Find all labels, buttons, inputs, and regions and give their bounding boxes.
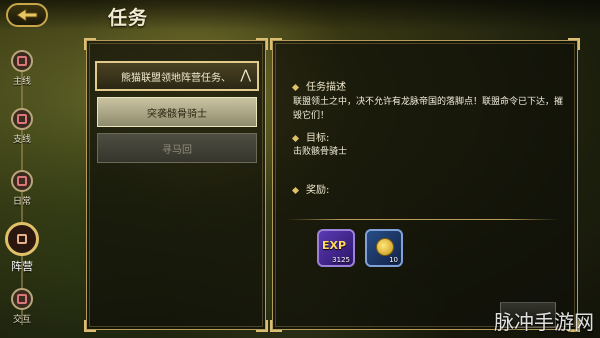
- nav-label: 主线: [12, 77, 31, 87]
- reward-count: 10: [389, 256, 398, 264]
- divider: [287, 219, 559, 220]
- nav-label: 支线: [12, 135, 31, 145]
- quest-list-panel: 熊猫联盟领地阵营任务、 ⋀ 突袭骸骨骑士 寻马回: [84, 38, 268, 332]
- goal-text: 击败骸骨骑士: [293, 147, 348, 157]
- nav-item-side[interactable]: 支线: [4, 108, 40, 145]
- quest-group-header[interactable]: 熊猫联盟领地阵营任务、 ⋀: [95, 61, 259, 91]
- daily-quest-icon: [11, 170, 33, 192]
- quest-category-nav: 主线 支线 日常 阵营 交互: [0, 40, 44, 338]
- description-text: 联盟领土之中，决不允许有龙脉帝国的落脚点！联盟命令已下达，摧毁它们！: [293, 97, 564, 121]
- description-header: 任务描述: [291, 78, 346, 93]
- quest-item-disabled[interactable]: 寻马回: [97, 133, 257, 163]
- reward-count: 3125: [332, 256, 350, 264]
- diamond-bullet-icon: [291, 186, 300, 194]
- goal-header: 目标:: [291, 129, 329, 144]
- top-bar: 任务: [0, 0, 600, 30]
- chevron-up-icon: ⋀: [240, 68, 251, 83]
- nav-label: 日常: [12, 197, 31, 207]
- reward-header: 奖励:: [291, 181, 329, 196]
- quest-item-label: 寻马回: [162, 144, 192, 156]
- nav-item-daily[interactable]: 日常: [4, 170, 40, 207]
- nav-item-main[interactable]: 主线: [4, 50, 40, 87]
- exp-icon: EXP: [322, 239, 347, 252]
- reward-coin[interactable]: 10: [365, 229, 403, 267]
- coin-icon: [376, 238, 394, 256]
- side-quest-icon: [11, 108, 33, 130]
- reward-exp[interactable]: EXP 3125: [317, 229, 355, 267]
- diamond-bullet-icon: [291, 83, 300, 91]
- nav-item-interaction[interactable]: 交互: [4, 288, 40, 325]
- nav-label: 阵营: [11, 260, 33, 273]
- back-button[interactable]: [6, 3, 48, 27]
- quest-detail-panel: 任务描述 联盟领土之中，决不允许有龙脉帝国的落脚点！联盟命令已下达，摧毁它们！ …: [270, 38, 580, 332]
- quest-item-label: 突袭骸骨骑士: [147, 108, 207, 120]
- interaction-quest-icon: [11, 288, 33, 310]
- quest-group-title: 熊猫联盟领地阵营任务、: [121, 72, 231, 84]
- faction-quest-icon: [5, 222, 39, 256]
- watermark: 脉冲手游网: [494, 310, 594, 334]
- back-arrow-icon: [16, 8, 38, 22]
- main-quest-icon: [11, 50, 33, 72]
- diamond-bullet-icon: [291, 134, 300, 142]
- quest-item-selected[interactable]: 突袭骸骨骑士: [97, 97, 257, 127]
- page-title: 任务: [108, 7, 149, 29]
- nav-item-faction[interactable]: 阵营: [4, 222, 40, 274]
- nav-label: 交互: [12, 315, 31, 325]
